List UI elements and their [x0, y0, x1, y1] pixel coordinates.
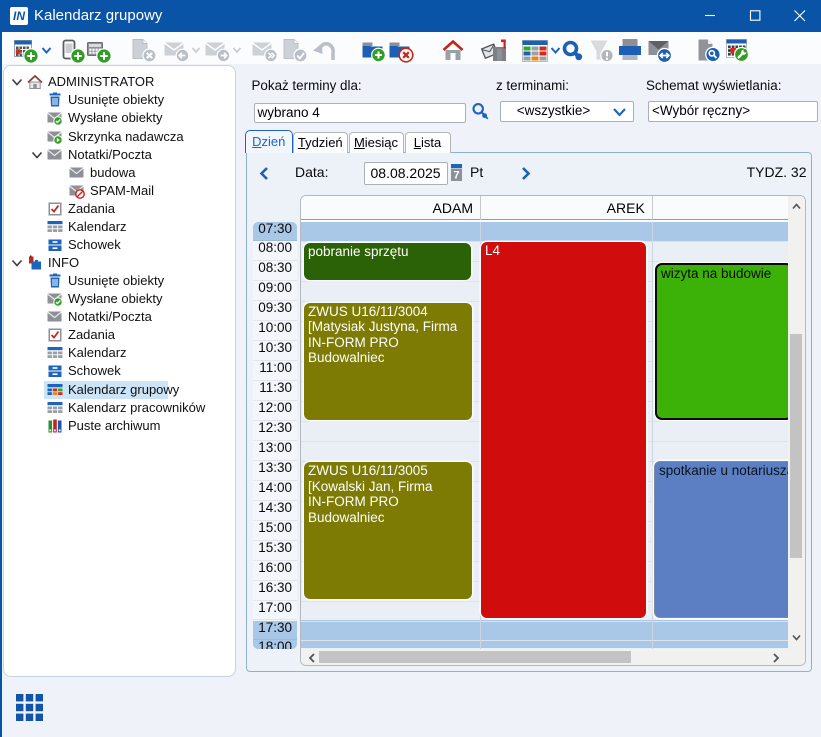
- svg-text:7: 7: [453, 170, 459, 182]
